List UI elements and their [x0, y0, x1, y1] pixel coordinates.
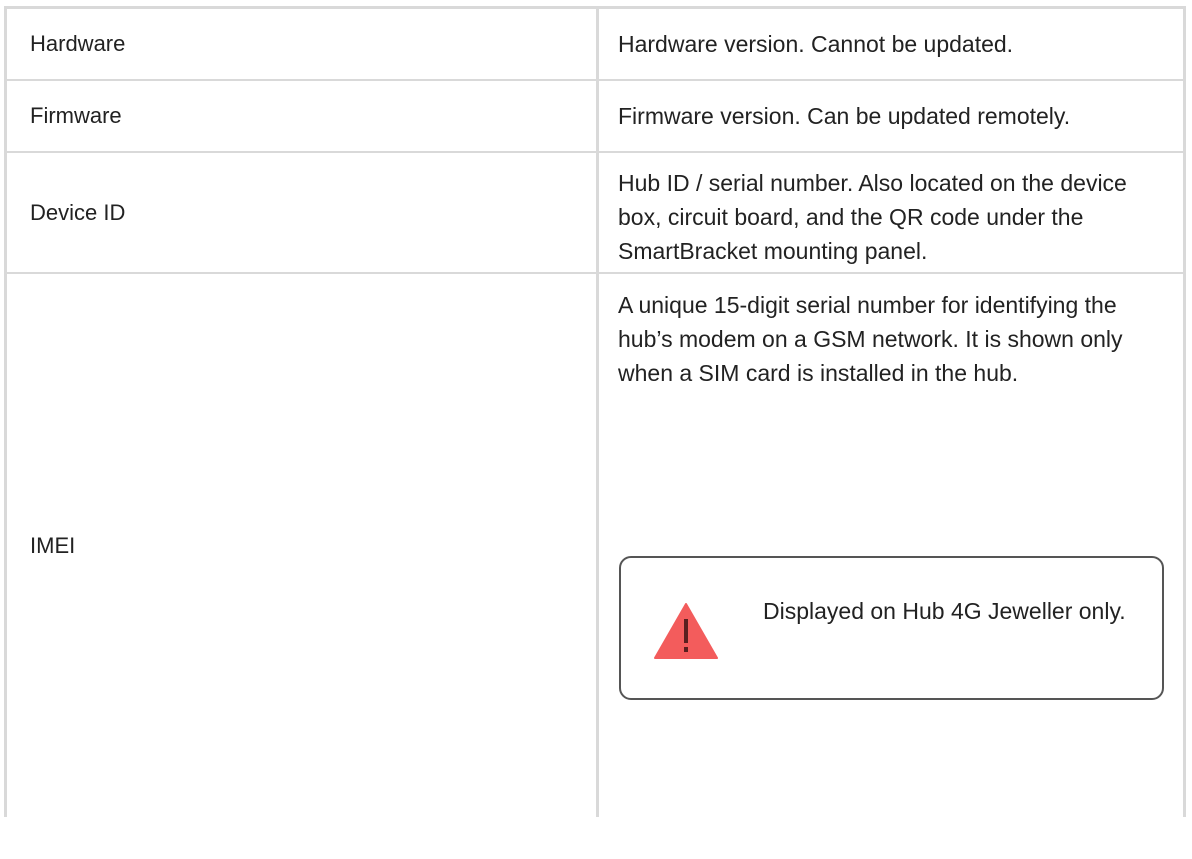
- row-name: IMEI: [7, 274, 599, 817]
- row-description: Firmware version. Can be updated remotel…: [618, 103, 1071, 129]
- row-description: Hub ID / serial number. Also located on …: [618, 170, 1127, 264]
- settings-table: Hardware Hardware version. Cannot be upd…: [4, 6, 1186, 817]
- table-row: IMEI A unique 15-digit serial number for…: [4, 274, 1186, 817]
- table-row: Device ID Hub ID / serial number. Also l…: [4, 153, 1186, 274]
- row-description: A unique 15-digit serial number for iden…: [618, 292, 1123, 386]
- row-name: Hardware: [7, 9, 599, 79]
- table-row: Hardware Hardware version. Cannot be upd…: [4, 9, 1186, 81]
- row-name: Device ID: [7, 153, 599, 272]
- warning-note-text: Displayed on Hub 4G Jeweller only.: [763, 598, 1126, 624]
- warning-triangle-icon: [654, 603, 718, 659]
- table-row: Firmware Firmware version. Can be update…: [4, 81, 1186, 153]
- row-name: Firmware: [7, 81, 599, 151]
- warning-note: Displayed on Hub 4G Jeweller only.: [619, 556, 1164, 700]
- row-description-container: A unique 15-digit serial number for iden…: [599, 274, 1183, 817]
- row-description: Hardware version. Cannot be updated.: [618, 31, 1014, 57]
